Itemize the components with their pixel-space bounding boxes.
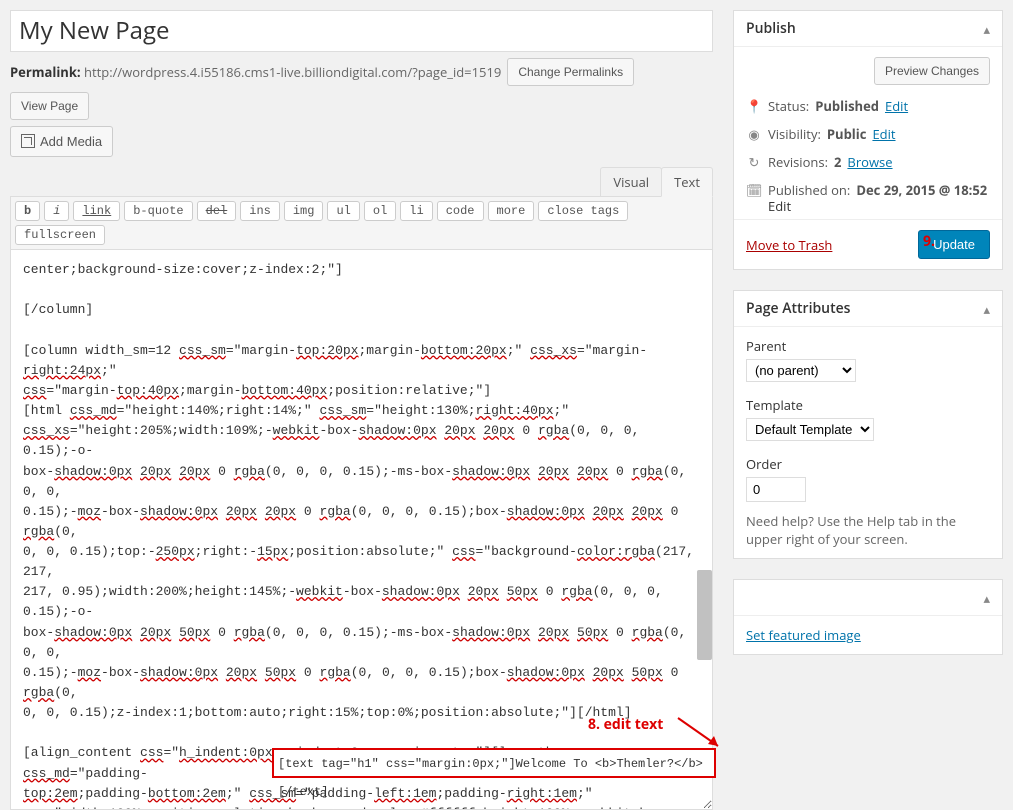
status-label: Status: [768, 97, 809, 115]
help-text: Need help? Use the Help tab in the upper… [746, 512, 990, 548]
toolbar-link[interactable]: link [73, 201, 120, 221]
revisions-browse-link[interactable]: Browse [847, 153, 892, 171]
toolbar-ins[interactable]: ins [240, 201, 280, 221]
editor-toolbar: b i link b-quote del ins img ul ol li co… [10, 196, 713, 250]
toolbar-ul[interactable]: ul [327, 201, 359, 221]
publish-toggle-icon[interactable]: ▴ [983, 20, 990, 38]
editor-tabs: Visual Text [601, 167, 713, 197]
change-permalinks-button[interactable]: Change Permalinks [507, 58, 634, 86]
visibility-value: Public [827, 125, 867, 143]
toolbar-del[interactable]: del [197, 201, 237, 221]
publish-box: Publish ▴ Preview Changes 📍 Status: Publ… [733, 10, 1003, 270]
eye-icon: ◉ [746, 125, 762, 143]
media-icon [21, 134, 35, 148]
status-value: Published [815, 97, 879, 115]
permalink-label: Permalink: [10, 63, 81, 81]
featured-image-title [746, 588, 750, 607]
featured-image-toggle-icon[interactable]: ▴ [983, 589, 990, 607]
toolbar-italic[interactable]: i [44, 201, 69, 221]
permalink-url: http://wordpress.4.i55186.cms1-live.bill… [84, 63, 501, 81]
published-on-edit-link[interactable]: Edit [768, 197, 791, 215]
revisions-icon: ↻ [746, 153, 762, 171]
pin-icon: 📍 [746, 97, 762, 115]
parent-label: Parent [746, 337, 990, 355]
status-edit-link[interactable]: Edit [885, 97, 908, 115]
revisions-value: 2 [834, 153, 841, 171]
set-featured-image-link[interactable]: Set featured image [746, 626, 990, 644]
revisions-label: Revisions: [768, 153, 828, 171]
order-input[interactable] [746, 477, 806, 502]
move-to-trash-link[interactable]: Move to Trash [746, 236, 832, 254]
published-on-value: Dec 29, 2015 @ 18:52 [856, 181, 987, 199]
toolbar-li[interactable]: li [400, 201, 432, 221]
order-label: Order [746, 455, 990, 473]
toolbar-fullscreen[interactable]: fullscreen [15, 225, 105, 245]
toolbar-ol[interactable]: ol [364, 201, 396, 221]
toolbar-img[interactable]: img [284, 201, 324, 221]
preview-changes-button[interactable]: Preview Changes [874, 57, 990, 85]
template-label: Template [746, 396, 990, 414]
template-select[interactable]: Default Template [746, 418, 874, 441]
toolbar-code[interactable]: code [437, 201, 484, 221]
scrollbar-thumb[interactable] [697, 570, 712, 660]
toolbar-more[interactable]: more [488, 201, 535, 221]
permalink-row: Permalink: http://wordpress.4.i55186.cms… [10, 58, 713, 86]
content-textarea[interactable]: center;background-size:cover;z-index:2;"… [10, 250, 713, 810]
page-title-box: My New Page [10, 10, 713, 52]
toolbar-bquote[interactable]: b-quote [124, 201, 192, 221]
page-title-input[interactable]: My New Page [19, 14, 704, 48]
toolbar-close-tags[interactable]: close tags [538, 201, 628, 221]
visibility-edit-link[interactable]: Edit [872, 125, 895, 143]
page-attributes-title: Page Attributes [746, 299, 851, 318]
parent-select[interactable]: (no parent) [746, 359, 856, 382]
view-page-button[interactable]: View Page [10, 92, 89, 120]
featured-image-box: ▴ Set featured image [733, 579, 1003, 655]
tab-visual[interactable]: Visual [600, 167, 662, 197]
page-attributes-box: Page Attributes ▴ Parent (no parent) Tem… [733, 290, 1003, 559]
calendar-icon: 🗓 [746, 181, 762, 199]
toolbar-bold[interactable]: b [15, 201, 40, 221]
update-button[interactable]: Update [918, 230, 990, 259]
add-media-button[interactable]: Add Media [10, 126, 113, 158]
tab-text[interactable]: Text [661, 167, 713, 197]
page-attributes-toggle-icon[interactable]: ▴ [983, 300, 990, 318]
publish-title: Publish [746, 19, 796, 38]
visibility-label: Visibility: [768, 125, 821, 143]
